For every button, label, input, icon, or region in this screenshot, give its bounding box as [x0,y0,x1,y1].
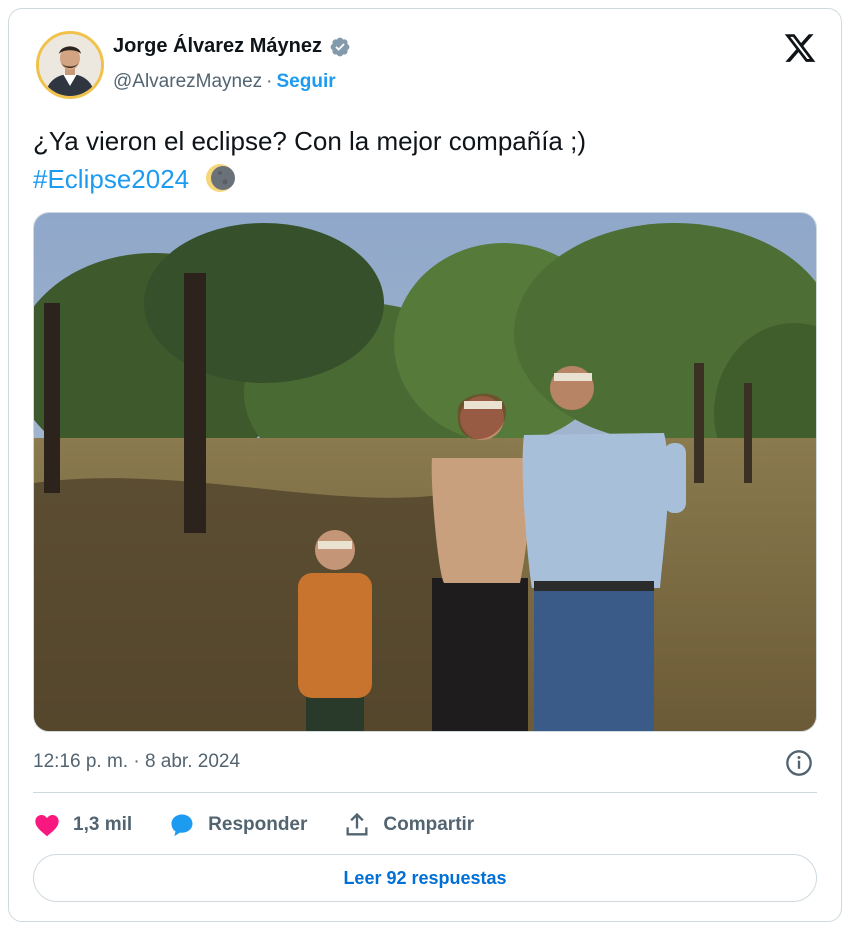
avatar-portrait [39,34,101,96]
author-name[interactable]: Jorge Álvarez Máynez [113,35,322,58]
eclipse-photo-illustration [34,213,816,731]
like-count: 1,3 mil [73,814,133,835]
divider [33,792,817,793]
moon-eclipse-icon [204,162,236,194]
share-button[interactable]: Compartir [343,811,474,839]
handle-separator: · [266,71,273,92]
share-label: Compartir [383,814,475,835]
tweet-text-block: ¿Ya vieron el eclipse? Con la mejor comp… [33,122,586,198]
heart-icon [35,814,59,837]
tweet-body: ¿Ya vieron el eclipse? Con la mejor comp… [33,126,586,156]
read-replies-button[interactable]: Leer 92 respuestas [33,854,817,902]
author-avatar[interactable] [36,31,104,99]
action-bar: 1,3 mil Responder Compartir [33,809,510,841]
reply-label: Responder [208,814,308,835]
info-icon[interactable] [785,749,813,777]
author-handle[interactable]: @AlvarezMaynez [113,71,262,93]
tweet-timestamp[interactable]: 12:16 p. m. · 8 abr. 2024 [33,751,240,773]
verified-badge-icon [329,36,351,58]
hashtag-link[interactable]: #Eclipse2024 [33,164,189,194]
tweet-card: Jorge Álvarez Máynez @AlvarezMaynez · Se… [8,8,842,922]
like-button[interactable]: 1,3 mil [33,811,132,839]
share-upload-icon [346,812,368,836]
follow-button[interactable]: Seguir [277,71,336,93]
x-logo-icon[interactable] [783,31,817,65]
reply-bubble-icon [171,814,193,837]
reply-button[interactable]: Responder [168,811,307,839]
tweet-photo[interactable] [33,212,817,732]
